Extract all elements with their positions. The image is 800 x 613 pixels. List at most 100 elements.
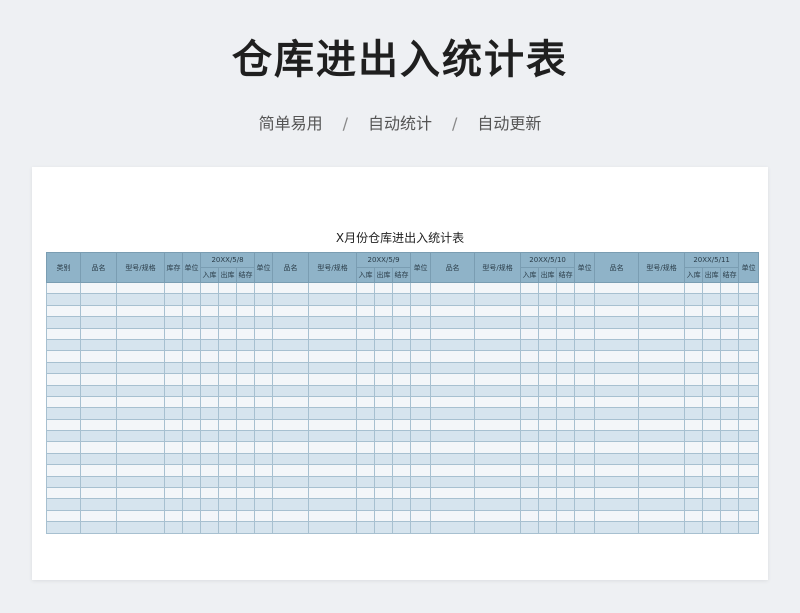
table-cell [702,521,722,534]
table-cell [80,475,117,489]
table-cell [164,521,183,534]
table-cell [116,430,165,443]
table-cell [430,487,476,500]
table-cell [80,281,117,295]
table-cell [474,281,522,295]
table-cell [254,509,274,523]
table-cell [638,464,686,477]
header-unit: 单位 [254,252,274,283]
table-cell [116,521,165,534]
table-cell [164,350,183,363]
table-cell [556,498,576,511]
header-out: 出库 [374,267,394,283]
table-cell [738,475,760,489]
table-cell [235,304,256,318]
table-cell [80,384,117,397]
sheet-title: X月份仓库进出入统计表 [335,231,465,245]
table-cell [702,361,722,375]
table-cell [638,395,686,409]
inventory-table: 类别 品名 型号/规格 库存 单位 20XX/5/8 单位 品名 型号/规格 2… [46,252,760,534]
table-cell [410,498,432,511]
table-cell [594,327,640,340]
table-cell [164,316,183,329]
table-cell [430,304,476,318]
table-cell [594,384,640,397]
table-cell [638,361,686,375]
table-cell [410,452,432,466]
header-balance: 结存 [556,267,576,283]
table-cell [182,521,201,534]
table-row [46,327,760,340]
table-cell [520,327,540,340]
table-cell [430,430,476,443]
table-cell [80,418,117,432]
table-cell [218,316,237,329]
table-cell [164,395,183,409]
table-cell [254,464,274,477]
table-cell [182,350,201,363]
table-cell [638,384,686,397]
table-cell [738,487,760,500]
table-cell [474,395,522,409]
table-cell [254,304,274,318]
table-cell [308,498,358,511]
table-cell [308,316,358,329]
table-cell [218,407,237,420]
table-cell [538,464,558,477]
table-cell [538,361,558,375]
table-cell [356,464,376,477]
table-cell [254,407,274,420]
header-in: 入库 [356,267,376,283]
table-cell [182,304,201,318]
table-cell [164,327,183,340]
table-cell [218,464,237,477]
table-cell [430,418,476,432]
table-cell [684,361,704,375]
table-cell [520,407,540,420]
table-cell [594,338,640,352]
table-cell [720,293,740,306]
table-cell [164,281,183,295]
table-cell [556,418,576,432]
table-cell [272,338,310,352]
table-cell [116,281,165,295]
table-cell [520,487,540,500]
table-cell [200,452,219,466]
table-cell [538,316,558,329]
table-cell [254,316,274,329]
table-cell [272,452,310,466]
table-cell [538,395,558,409]
table-cell [720,441,740,454]
table-cell [410,384,432,397]
table-cell [520,452,540,466]
header-stock: 库存 [164,252,183,283]
table-cell [538,384,558,397]
table-cell [272,293,310,306]
table-cell [474,361,522,375]
table-cell [116,441,165,454]
table-cell [430,475,476,489]
table-cell [520,281,540,295]
table-cell [720,430,740,443]
table-cell [46,452,81,466]
table-cell [684,293,704,306]
table-cell [200,327,219,340]
table-cell [392,281,412,295]
table-cell [538,521,558,534]
table-cell [738,304,760,318]
table-cell [356,452,376,466]
table-cell [520,338,540,352]
table-cell [374,509,394,523]
table-cell [374,293,394,306]
table-cell [235,441,256,454]
table-cell [374,384,394,397]
table-cell [702,418,722,432]
table-cell [254,475,274,489]
table-cell [738,395,760,409]
table-cell [720,350,740,363]
header-balance: 结存 [392,267,412,283]
table-cell [182,281,201,295]
table-cell [254,293,274,306]
table-cell [116,395,165,409]
table-cell [574,304,596,318]
